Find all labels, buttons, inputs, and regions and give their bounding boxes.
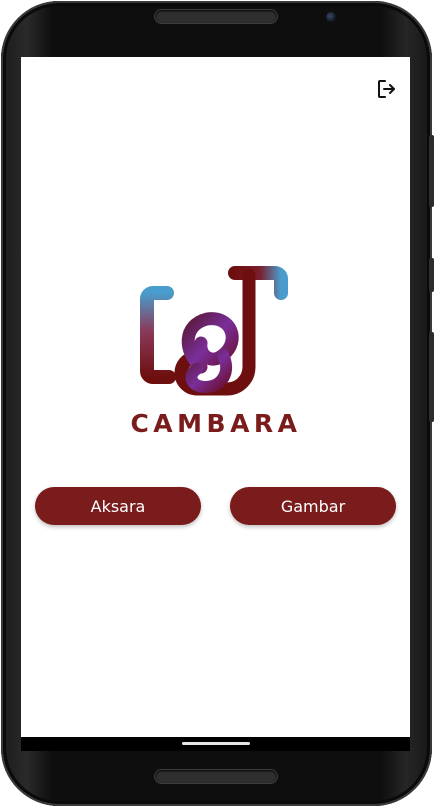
brand-title: CAMBARA <box>130 409 302 438</box>
volume-button <box>429 135 434 207</box>
power-button <box>429 258 434 292</box>
app-screen: CAMBARA Aksara Gambar <box>21 57 410 737</box>
phone-frame: CAMBARA Aksara Gambar <box>0 0 435 809</box>
top-speaker <box>155 10 277 23</box>
side-button <box>429 332 434 422</box>
aksara-button[interactable]: Aksara <box>35 487 201 525</box>
bottom-speaker <box>155 770 277 783</box>
logout-icon <box>378 80 395 98</box>
front-camera <box>326 12 336 22</box>
home-indicator[interactable] <box>182 742 250 745</box>
cambara-logo-icon <box>140 266 288 396</box>
gambar-button[interactable]: Gambar <box>230 487 396 525</box>
logout-button[interactable] <box>375 77 399 101</box>
